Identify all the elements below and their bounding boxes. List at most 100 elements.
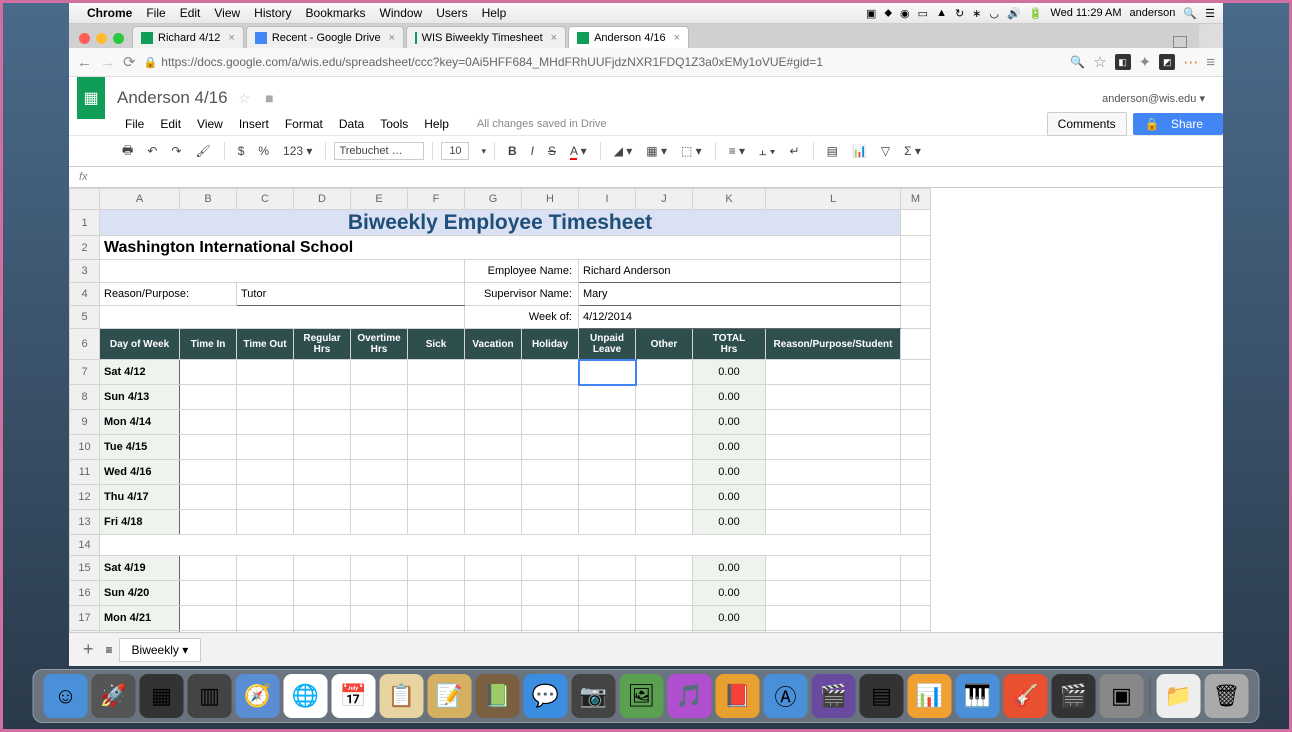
data-cell[interactable] [522,485,579,510]
data-cell[interactable] [408,556,465,581]
dock-app-icon[interactable]: 🧭 [236,674,280,718]
data-cell[interactable] [579,410,636,435]
col-header[interactable]: J [636,189,693,210]
window-menu[interactable]: Window [380,6,423,20]
day-cell[interactable]: Mon 4/21 [100,606,180,631]
data-cell[interactable] [351,485,408,510]
data-cell[interactable] [579,385,636,410]
reason-cell[interactable] [766,435,901,460]
dock-app-icon[interactable]: 🗑 [1205,674,1249,718]
col-header[interactable]: A [100,189,180,210]
dock-app-icon[interactable]: ☺ [44,674,88,718]
close-tab-icon[interactable]: × [551,32,557,44]
edit-menu[interactable]: Edit [180,6,201,20]
zoom-window-button[interactable] [113,33,124,44]
reason-cell[interactable] [766,410,901,435]
day-cell[interactable]: Fri 4/18 [100,510,180,535]
fill-color-icon[interactable]: ◢ ▾ [609,141,638,161]
row-header[interactable]: 8 [70,385,100,410]
total-cell[interactable]: 0.00 [693,410,766,435]
data-cell[interactable] [237,410,294,435]
day-cell[interactable]: Wed 4/16 [100,460,180,485]
data-cell[interactable] [522,581,579,606]
dock-app-icon[interactable]: 🎬 [812,674,856,718]
total-cell[interactable]: 0.00 [693,606,766,631]
data-cell[interactable] [408,581,465,606]
data-cell[interactable] [465,606,522,631]
dock-app-icon[interactable]: 🌐 [284,674,328,718]
day-cell[interactable]: Sun 4/13 [100,385,180,410]
forward-button[interactable]: → [100,54,115,71]
history-menu[interactable]: History [254,6,291,20]
col-header[interactable]: B [180,189,237,210]
reason-label[interactable]: Reason/Purpose: [100,283,237,306]
dropbox-icon[interactable]: ⬥ [884,7,892,20]
dock-app-icon[interactable]: 📗 [476,674,520,718]
data-cell[interactable] [579,606,636,631]
data-cell[interactable] [351,631,408,633]
font-family-select[interactable]: Trebuchet … [334,142,424,160]
reason-cell[interactable] [766,510,901,535]
data-cell[interactable] [636,460,693,485]
data-cell[interactable] [237,556,294,581]
col-vacation[interactable]: Vacation [465,329,522,360]
merge-icon[interactable]: ⬚ ▾ [676,141,707,161]
close-window-button[interactable] [79,33,90,44]
row-header[interactable]: 4 [70,283,100,306]
folder-icon[interactable]: ■ [265,90,273,106]
reason-cell[interactable] [766,631,901,633]
data-cell[interactable] [579,360,636,385]
data-cell[interactable] [180,510,237,535]
col-header[interactable]: D [294,189,351,210]
data-cell[interactable] [636,581,693,606]
reason-cell[interactable] [766,556,901,581]
display-icon[interactable]: ▭ [918,7,928,20]
data-cell[interactable] [408,385,465,410]
paint-format-icon[interactable]: 🖌 [190,141,215,161]
data-cell[interactable] [522,631,579,633]
day-cell[interactable]: Tue 4/22 [100,631,180,633]
data-cell[interactable] [294,510,351,535]
data-cell[interactable] [408,485,465,510]
extension-icon-4[interactable]: ⋯ [1183,53,1198,71]
functions-icon[interactable]: Σ ▾ [899,141,926,161]
day-cell[interactable]: Tue 4/15 [100,435,180,460]
data-cell[interactable] [351,460,408,485]
data-cell[interactable] [351,360,408,385]
spreadsheet-grid[interactable]: A B C D E F G H I J K L M 1 Biweekly Emp… [69,188,1223,632]
zoom-icon[interactable]: 🔍 [1070,55,1085,69]
col-holiday[interactable]: Holiday [522,329,579,360]
row-header[interactable]: 10 [70,435,100,460]
data-cell[interactable] [294,631,351,633]
data-cell[interactable] [237,581,294,606]
col-header[interactable]: H [522,189,579,210]
data-cell[interactable] [408,606,465,631]
col-day[interactable]: Day of Week [100,329,180,360]
reason-value[interactable]: Tutor [237,283,465,306]
data-cell[interactable] [465,360,522,385]
data-cell[interactable] [351,510,408,535]
data-cell[interactable] [522,385,579,410]
reason-cell[interactable] [766,485,901,510]
row-header[interactable]: 2 [70,236,100,260]
data-cell[interactable] [636,510,693,535]
close-tab-icon[interactable]: × [228,32,234,44]
row-header[interactable]: 3 [70,260,100,283]
docs-insert-menu[interactable]: Insert [231,115,277,133]
day-cell[interactable]: Thu 4/17 [100,485,180,510]
link-icon[interactable]: ▤ [822,141,843,161]
total-cell[interactable]: 0.00 [693,485,766,510]
data-cell[interactable] [180,485,237,510]
data-cell[interactable] [351,581,408,606]
data-cell[interactable] [351,606,408,631]
wrap-icon[interactable]: ↵ [785,141,805,161]
data-cell[interactable] [294,556,351,581]
data-cell[interactable] [522,360,579,385]
data-cell[interactable] [351,410,408,435]
col-unpaid[interactable]: UnpaidLeave [579,329,636,360]
dock-app-icon[interactable]: 📕 [716,674,760,718]
data-cell[interactable] [465,556,522,581]
document-title[interactable]: Anderson 4/16 [117,88,228,107]
col-header[interactable]: K [693,189,766,210]
reason-cell[interactable] [766,581,901,606]
